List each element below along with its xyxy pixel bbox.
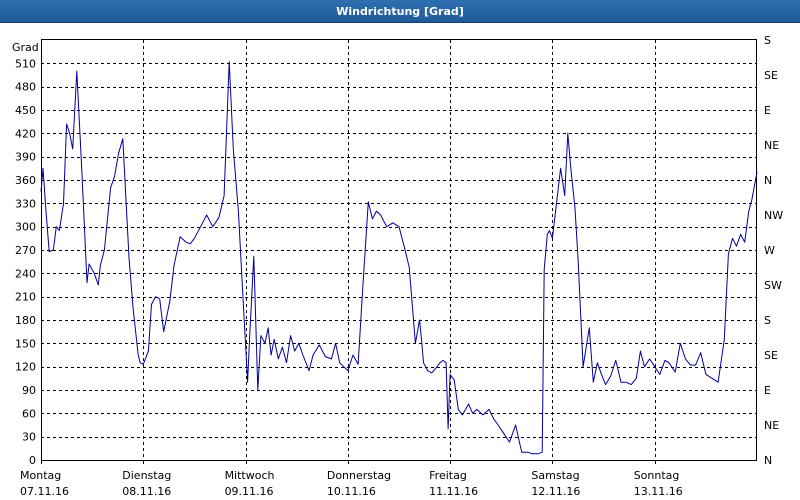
- y-right-tick-label: SW: [764, 279, 782, 292]
- y-tick-label: 270: [15, 244, 36, 257]
- y-tick-label: 60: [22, 407, 36, 420]
- y-right-tick-label: S: [764, 314, 771, 327]
- x-tick-date-label: 08.11.16: [122, 485, 171, 498]
- y-tick-label: 300: [15, 221, 36, 234]
- y-right-tick-label: NE: [764, 419, 779, 432]
- y-tick-label: 150: [15, 337, 36, 350]
- x-tick-day-label: Montag: [20, 469, 61, 482]
- x-tick-day-label: Dienstag: [122, 469, 171, 482]
- chart-window: Windrichtung [Grad] 0 30 60 90 120 150 180 210 2…: [0, 0, 800, 500]
- y-right-tick-label: E: [764, 104, 771, 117]
- y-tick-label: 330: [15, 197, 36, 210]
- x-tick-day-label: Donnerstag: [327, 469, 391, 482]
- y-tick-label: 120: [15, 361, 36, 374]
- x-tick-date-label: 10.11.16: [327, 485, 376, 498]
- y-tick-label: 90: [22, 384, 36, 397]
- y-tick-label: 30: [22, 431, 36, 444]
- y-right-tick-label: N: [764, 174, 772, 187]
- x-tick-date-label: 13.11.16: [634, 485, 683, 498]
- y-right-tick-label: SE: [764, 349, 778, 362]
- y-right-tick-label: S: [764, 34, 771, 47]
- x-tick-date-label: 09.11.16: [225, 485, 274, 498]
- y-tick-label: 390: [15, 151, 36, 164]
- y-tick-label: 180: [15, 314, 36, 327]
- x-tick-day-label: Sonntag: [634, 469, 680, 482]
- y-tick-label: 240: [15, 267, 36, 280]
- y-right-tick-label: NE: [764, 139, 779, 152]
- line-chart: 0 30 60 90 120 150 180 210 240 270 300 330 360 390 420…: [12, 34, 783, 498]
- y-right-tick-label: W: [764, 244, 775, 257]
- y-tick-label: 210: [15, 291, 36, 304]
- y-tick-label: 510: [15, 57, 36, 70]
- y-tick-label: 480: [15, 81, 36, 94]
- x-tick-date-label: 12.11.16: [531, 485, 580, 498]
- x-tick-day-label: Freitag: [429, 469, 467, 482]
- y-right-tick-label: N: [764, 454, 772, 467]
- y-right-tick-label: NW: [764, 209, 783, 222]
- y-right-tick-label: E: [764, 384, 771, 397]
- x-tick-date-label: 07.11.16: [20, 485, 69, 498]
- x-tick-day-label: Mittwoch: [225, 469, 275, 482]
- y-tick-label: 0: [29, 454, 36, 467]
- y-tick-label: 450: [15, 104, 36, 117]
- y-axis-label: Grad: [12, 41, 39, 54]
- y-tick-label: 360: [15, 174, 36, 187]
- x-tick-date-label: 11.11.16: [429, 485, 478, 498]
- y-right-tick-label: SE: [764, 69, 778, 82]
- x-tick-day-label: Samstag: [531, 469, 579, 482]
- y-tick-label: 420: [15, 127, 36, 140]
